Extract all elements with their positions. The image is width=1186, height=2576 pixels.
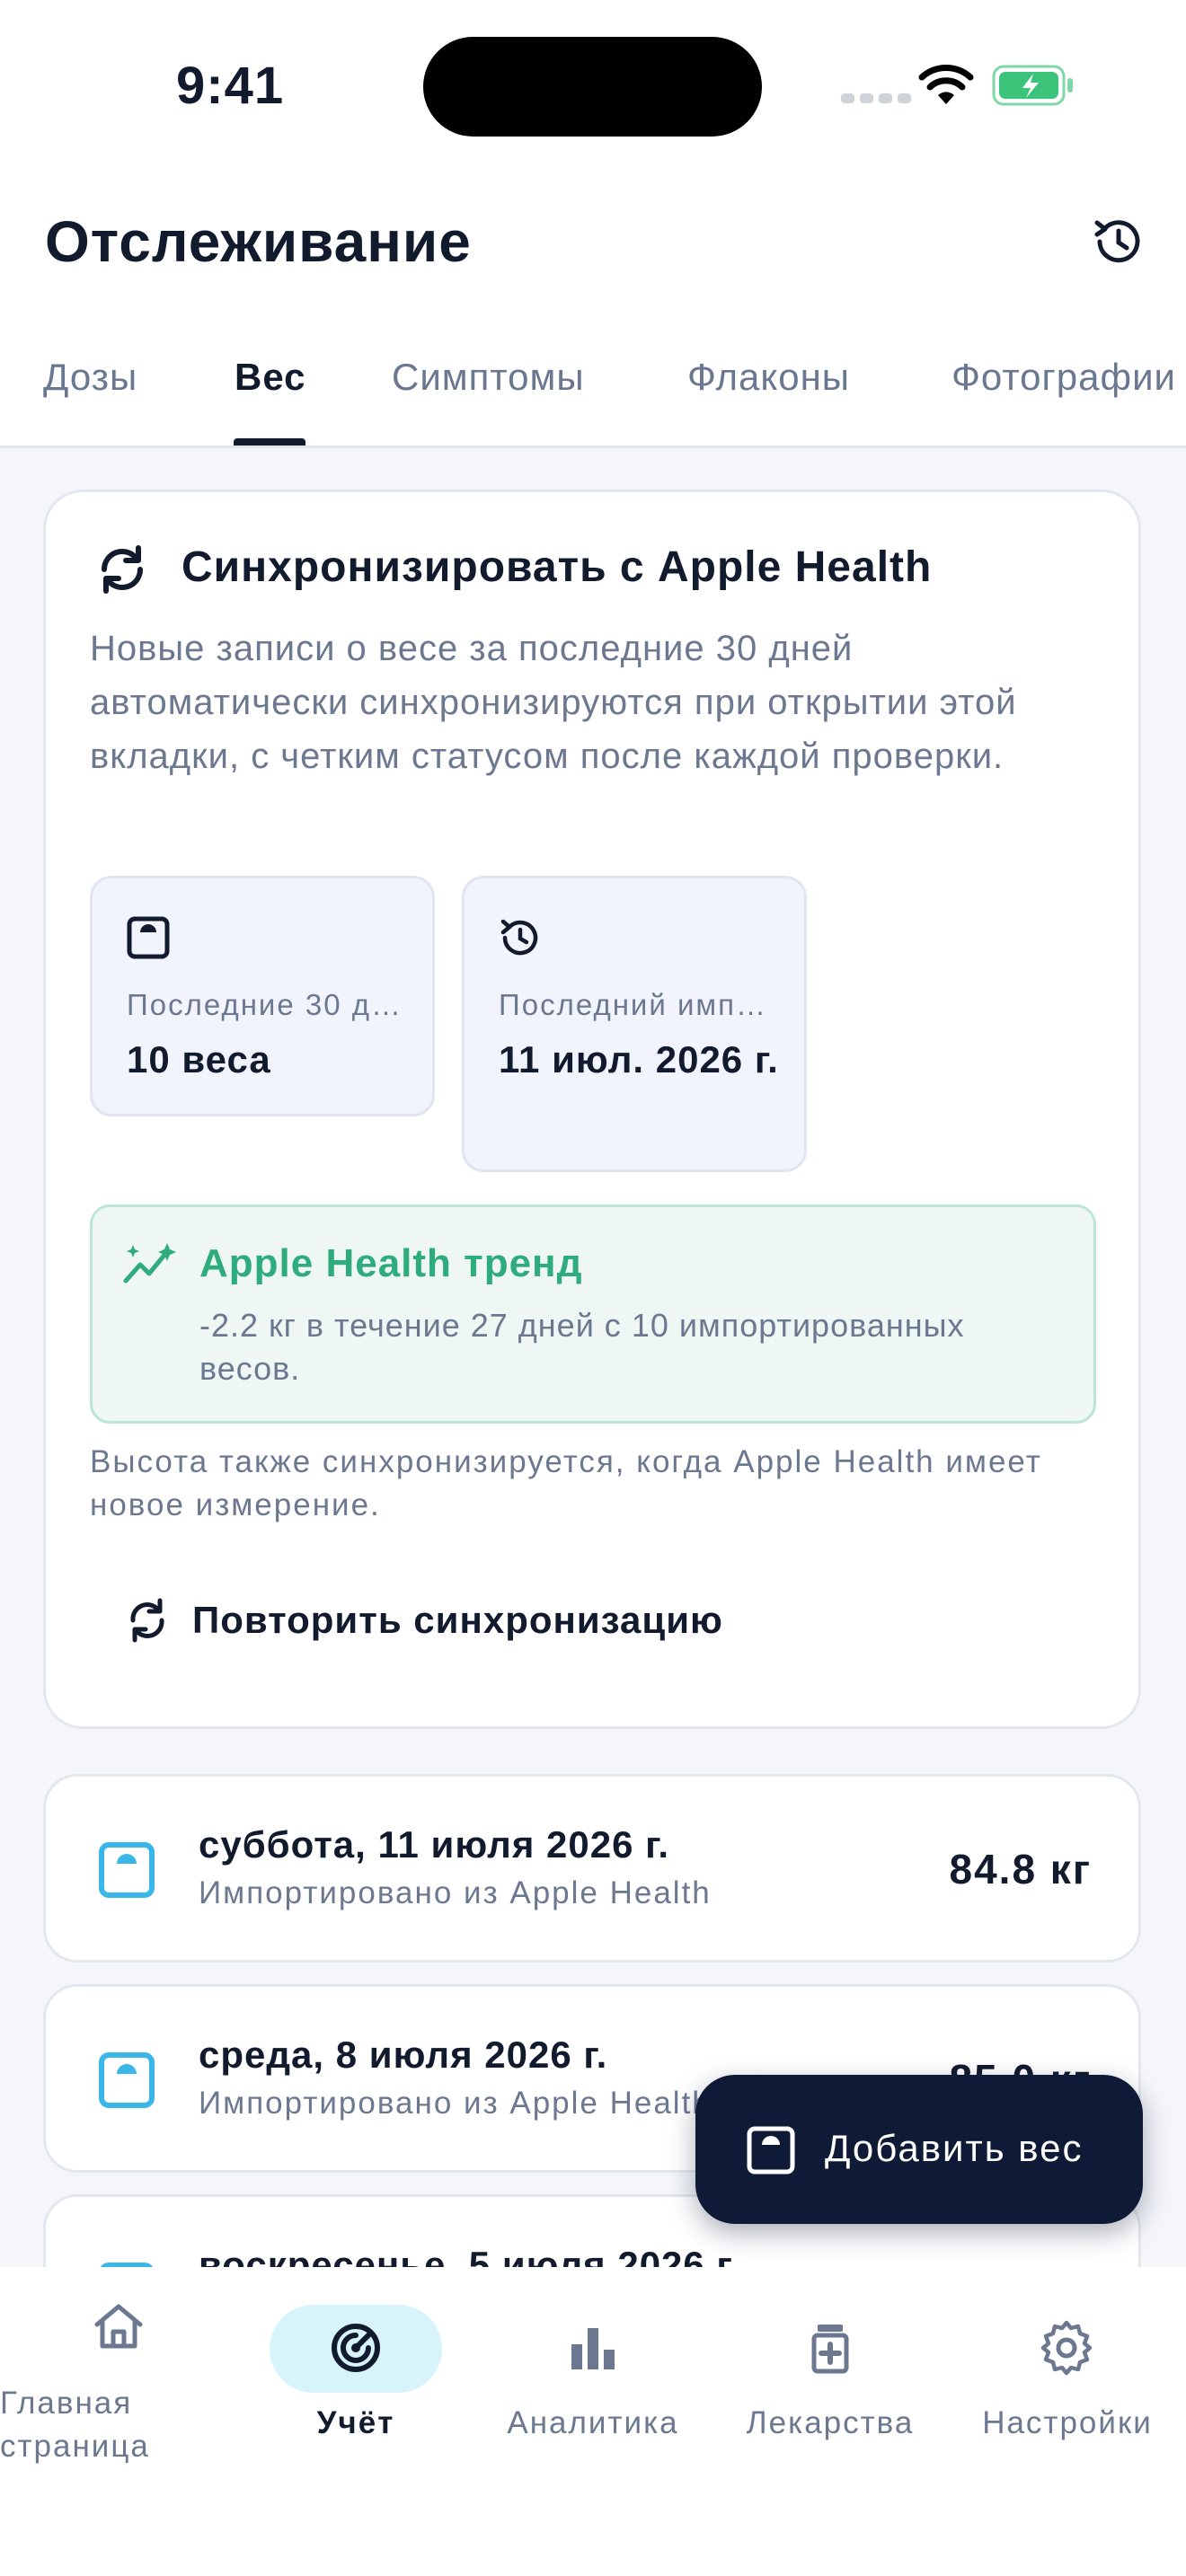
entry-source: Импортировано из Apple Health	[199, 2086, 712, 2121]
trend-title: Apple Health тренд	[199, 1241, 583, 1285]
tab-weight[interactable]: Вес	[235, 356, 306, 399]
wifi-icon	[918, 65, 974, 104]
battery-icon	[992, 65, 1073, 106]
bar-chart-icon[interactable]	[564, 2319, 622, 2377]
nav-analytics-label[interactable]: Аналитика	[503, 2405, 683, 2441]
stat-value: 11 июл. 2026 г.	[499, 1038, 779, 1081]
height-sync-note: Высота также синхронизируется, когда App…	[90, 1444, 1042, 1522]
entry-source: Импортировано из Apple Health	[199, 1875, 712, 1910]
sync-description: Новые записи о весе за последние 30 дней…	[90, 629, 1017, 776]
stat-card-last-import: Последний импорт 11 июл. 2026 г.	[462, 876, 807, 1172]
tab-indicator	[234, 438, 305, 446]
weight-entry[interactable]: суббота, 11 июля 2026 г. Импортировано и…	[43, 1774, 1141, 1963]
tab-doses[interactable]: Дозы	[43, 356, 137, 399]
entry-date: суббота, 11 июля 2026 г.	[199, 1823, 670, 1866]
add-weight-label[interactable]: Добавить вес	[825, 2127, 1083, 2170]
page-title: Отслеживание	[45, 209, 472, 274]
scale-icon	[99, 2052, 155, 2108]
status-time: 9:41	[176, 57, 285, 115]
sync-icon	[130, 1598, 164, 1643]
entry-weight: 84.8 кг	[949, 1846, 1092, 1892]
history-icon	[500, 919, 538, 956]
home-icon[interactable]	[90, 2298, 147, 2355]
gear-icon[interactable]	[1038, 2319, 1095, 2377]
history-icon[interactable]	[1089, 212, 1148, 271]
medicine-icon[interactable]	[801, 2319, 859, 2377]
stat-label: Последние 30 дней	[127, 988, 405, 1021]
tab-photos[interactable]: Фотографии	[951, 356, 1176, 399]
sync-icon	[102, 545, 143, 594]
stat-card-recent: Последние 30 дней 10 веса	[90, 876, 435, 1116]
scale-icon	[127, 916, 170, 959]
dynamic-island	[423, 37, 762, 137]
tab-vials[interactable]: Флаконы	[687, 356, 850, 399]
nav-home-label[interactable]: Главная страница	[0, 2382, 171, 2468]
nav-settings-label[interactable]: Настройки	[976, 2405, 1159, 2441]
signal-icon	[841, 93, 911, 103]
scale-icon	[99, 1842, 155, 1898]
nav-tracking-label[interactable]: Учёт	[279, 2405, 433, 2441]
trend-sparkle-icon	[123, 1243, 176, 1284]
trend-text: -2.2 кг в течение 27 дней с 10 импортиро…	[199, 1307, 965, 1387]
stat-value: 10 веса	[127, 1038, 271, 1081]
sync-title: Синхронизировать с Apple Health	[181, 543, 933, 591]
stat-label: Последний импорт	[499, 988, 777, 1021]
retry-sync-label[interactable]: Повторить синхронизацию	[192, 1599, 723, 1642]
nav-medicine-label[interactable]: Лекарства	[737, 2405, 924, 2441]
tracking-icon[interactable]	[327, 2319, 385, 2377]
scale-icon	[747, 2126, 795, 2175]
tab-symptoms[interactable]: Симптомы	[392, 356, 585, 399]
entry-date: среда, 8 июля 2026 г.	[199, 2033, 608, 2076]
